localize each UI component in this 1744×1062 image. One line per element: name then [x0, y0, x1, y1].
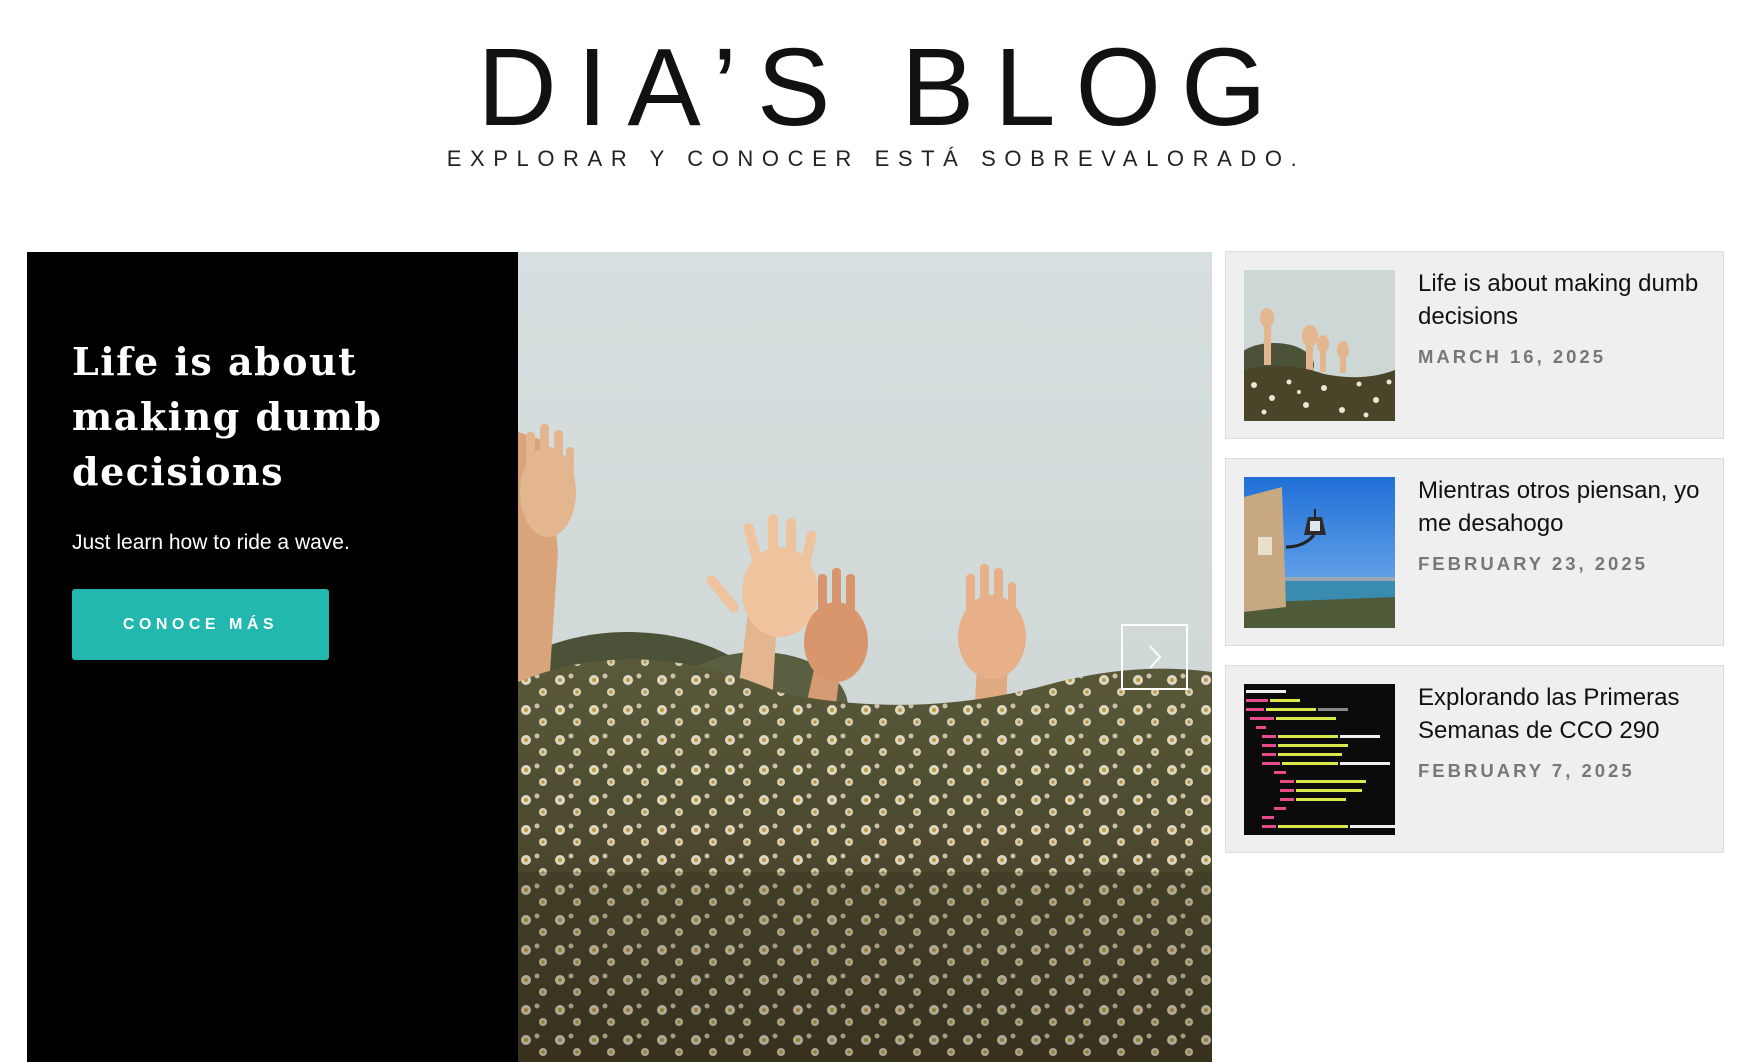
raised-hands-in-flower-field-photo	[518, 252, 1212, 1062]
post-date: MARCH 16, 2025	[1418, 346, 1607, 367]
html-code-screen-photo	[1244, 684, 1395, 835]
hero-subtitle: Just learn how to ride a wave.	[72, 531, 350, 554]
hero-text-panel: Life is about making dumb decisions Just…	[27, 252, 518, 1062]
site-tagline: EXPLORAR Y CONOCER ESTÁ SOBREVALORADO.	[446, 146, 1306, 171]
chevron-right-icon	[1148, 645, 1161, 669]
post-card[interactable]: Mientras otros piensan, yo me desahogo F…	[1225, 458, 1724, 646]
learn-more-button[interactable]: CONOCE MÁS	[72, 589, 329, 660]
post-thumbnail[interactable]	[1244, 477, 1395, 628]
street-lamp-over-sea-photo	[1244, 477, 1395, 628]
site-title[interactable]: DIA’S BLOG	[0, 28, 1744, 148]
post-title[interactable]: Explorando las Primeras Semanas de CCO 2…	[1418, 681, 1708, 747]
post-date: FEBRUARY 23, 2025	[1418, 553, 1648, 574]
slider-next-button[interactable]	[1121, 624, 1188, 690]
post-card[interactable]: Explorando las Primeras Semanas de CCO 2…	[1225, 665, 1724, 853]
raised-hands-in-flower-field-photo	[1244, 270, 1395, 421]
hero-image	[518, 252, 1212, 1062]
post-thumbnail[interactable]	[1244, 270, 1395, 421]
post-title[interactable]: Mientras otros piensan, yo me desahogo	[1418, 474, 1708, 540]
hero-title: Life is about making dumb decisions	[72, 339, 383, 494]
post-date: FEBRUARY 7, 2025	[1418, 760, 1635, 781]
post-title[interactable]: Life is about making dumb decisions	[1418, 267, 1708, 333]
recent-posts-list: Life is about making dumb decisions MARC…	[1225, 251, 1724, 872]
post-thumbnail[interactable]	[1244, 684, 1395, 835]
site-header: DIA’S BLOG EXPLORAR Y CONOCER ESTÁ SOBRE…	[0, 0, 1744, 220]
hero-slider: Life is about making dumb decisions Just…	[27, 252, 1212, 1062]
post-card[interactable]: Life is about making dumb decisions MARC…	[1225, 251, 1724, 439]
